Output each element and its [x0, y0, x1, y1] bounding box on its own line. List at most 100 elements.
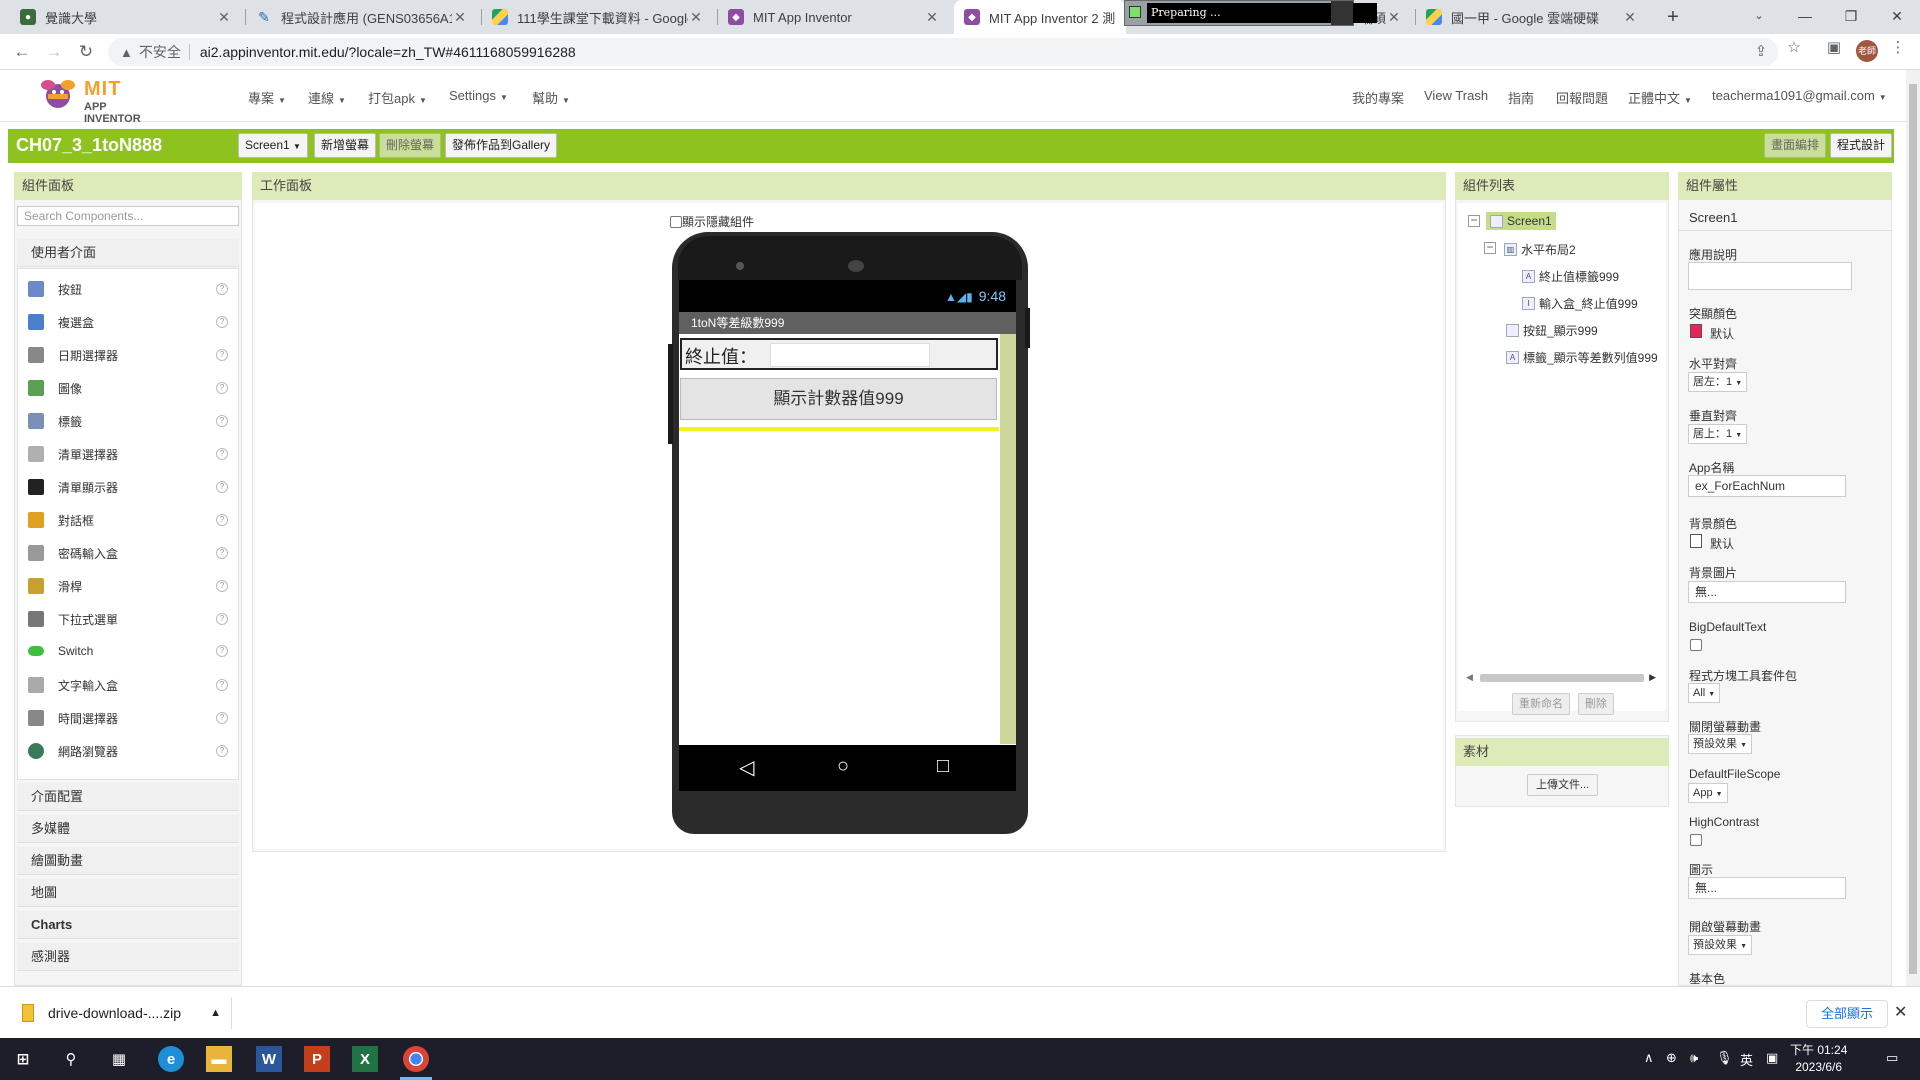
task-view-icon[interactable]: ▦: [106, 1046, 132, 1072]
collapse-icon[interactable]: −: [1468, 214, 1480, 227]
show-counter-button[interactable]: 顯示計數器值999: [680, 378, 997, 420]
close-icon[interactable]: ✕: [1622, 9, 1638, 26]
palette-item-passwordtextbox[interactable]: 密碼輸入盒?: [28, 541, 228, 565]
help-icon[interactable]: ?: [216, 316, 228, 328]
help-icon[interactable]: ?: [216, 283, 228, 295]
window-close-icon[interactable]: ✕: [1874, 0, 1920, 34]
windows-start-icon[interactable]: ⊞: [10, 1046, 36, 1072]
tab-5-active[interactable]: ◆ MIT App Inventor 2 測試: [954, 0, 1126, 34]
tree-horizontal-scrollbar[interactable]: ◀ ▶: [1466, 672, 1656, 684]
collapse-icon[interactable]: −: [1484, 241, 1496, 254]
page-scroll-thumb[interactable]: [1909, 84, 1917, 974]
palette-item-switch[interactable]: Switch?: [28, 639, 228, 663]
file-explorer-icon[interactable]: ▬: [206, 1046, 232, 1072]
tab-1[interactable]: ● 覺識大學 ✕: [10, 0, 242, 34]
excel-icon[interactable]: X: [352, 1046, 378, 1072]
tree-node-horizontal-arrangement[interactable]: ▥ 水平布局2: [1504, 241, 1576, 258]
tree-node-screen1[interactable]: Screen1: [1486, 212, 1556, 230]
help-icon[interactable]: ?: [216, 745, 228, 757]
search-icon[interactable]: ⚲: [58, 1046, 84, 1072]
help-icon[interactable]: ?: [216, 679, 228, 691]
scroll-right-icon[interactable]: ▶: [1649, 672, 1656, 683]
category-media[interactable]: 多媒體: [17, 815, 239, 843]
help-icon[interactable]: ?: [216, 712, 228, 724]
menu-language[interactable]: 正體中文 ▼: [1628, 88, 1692, 107]
help-icon[interactable]: ?: [216, 481, 228, 493]
palette-item-listview[interactable]: 清單顯示器?: [28, 475, 228, 499]
menu-connect[interactable]: 連線 ▼: [308, 88, 346, 107]
palette-item-spinner[interactable]: 下拉式選單?: [28, 607, 228, 631]
app-name-input[interactable]: ex_ForEachNum: [1688, 475, 1846, 497]
menu-build[interactable]: 打包apk ▼: [368, 88, 427, 107]
close-icon[interactable]: ✕: [924, 9, 940, 26]
component-search-input[interactable]: Search Components...: [17, 206, 239, 226]
help-icon[interactable]: ?: [216, 514, 228, 526]
word-icon[interactable]: W: [256, 1046, 282, 1072]
menu-my-projects[interactable]: 我的專案: [1352, 88, 1404, 107]
close-animation-dropdown[interactable]: 預設效果 ▼: [1688, 734, 1752, 754]
align-horizontal-dropdown[interactable]: 居左：1 ▼: [1688, 372, 1748, 392]
share-icon[interactable]: ⇪: [1749, 38, 1773, 66]
palette-item-image[interactable]: 圖像?: [28, 376, 228, 400]
category-user-interface[interactable]: 使用者介面: [17, 239, 239, 267]
screen-select-dropdown[interactable]: Screen1 ▼: [238, 133, 308, 158]
tree-node-stop-textbox[interactable]: I 輸入盒_終止值999: [1522, 295, 1638, 312]
taskbar-clock[interactable]: 下午 01:24 2023/6/6: [1790, 1042, 1847, 1076]
background-color-swatch[interactable]: [1690, 534, 1702, 548]
minimize-icon[interactable]: —: [1782, 0, 1828, 34]
about-screen-textarea[interactable]: [1688, 262, 1852, 290]
remove-screen-button[interactable]: 刪除螢幕: [379, 133, 442, 158]
restore-icon[interactable]: ❐: [1828, 0, 1874, 34]
align-vertical-dropdown[interactable]: 居上：1 ▼: [1688, 424, 1748, 444]
close-icon[interactable]: ✕: [1386, 9, 1402, 26]
palette-item-label[interactable]: 標籤?: [28, 409, 228, 433]
palette-item-webviewer[interactable]: 網路瀏覽器?: [28, 739, 228, 763]
show-all-downloads-button[interactable]: 全部顯示: [1806, 1000, 1889, 1028]
category-maps[interactable]: 地圖: [17, 879, 239, 907]
notification-icon[interactable]: ▭: [1886, 1050, 1898, 1066]
add-screen-button[interactable]: 新增螢幕: [314, 133, 377, 158]
edge-icon[interactable]: e: [158, 1046, 184, 1072]
download-item[interactable]: drive-download-....zip ▲: [16, 997, 232, 1029]
help-icon[interactable]: ?: [216, 580, 228, 592]
tab-4[interactable]: ◆ MIT App Inventor ✕: [718, 0, 950, 34]
side-panel-icon[interactable]: ▣: [1822, 34, 1846, 62]
accent-color-value[interactable]: 默认: [1710, 325, 1734, 342]
tree-node-stop-label[interactable]: A 終止值標籤999: [1522, 268, 1619, 285]
background-color-value[interactable]: 默认: [1710, 535, 1734, 552]
ime-icon[interactable]: ▣: [1766, 1050, 1778, 1066]
stop-value-textbox[interactable]: [770, 343, 930, 367]
delete-button[interactable]: 刪除: [1578, 693, 1614, 715]
close-icon[interactable]: ✕: [688, 9, 704, 26]
kebab-menu-icon[interactable]: ⋮: [1886, 34, 1910, 62]
sequence-result-label[interactable]: [679, 427, 999, 431]
appinventor-logo[interactable]: MIT APP INVENTOR: [36, 74, 166, 125]
tab-3[interactable]: 111學生課堂下載資料 - Google ✕: [482, 0, 714, 34]
chrome-icon[interactable]: [403, 1046, 429, 1072]
palette-item-datepicker[interactable]: 日期選擇器?: [28, 343, 228, 367]
default-file-scope-dropdown[interactable]: App ▼: [1688, 783, 1728, 803]
back-icon[interactable]: ←: [10, 40, 34, 64]
close-icon[interactable]: ✕: [216, 9, 232, 26]
stop-value-label[interactable]: 終止值：: [685, 343, 757, 369]
close-download-bar-icon[interactable]: ✕: [1894, 1002, 1907, 1022]
address-bar[interactable]: ▲ 不安全 ai2.appinventor.mit.edu/?locale=zh…: [108, 38, 1778, 66]
tray-chevron-icon[interactable]: ∧: [1644, 1050, 1654, 1066]
palette-item-slider[interactable]: 滑桿?: [28, 574, 228, 598]
icon-input[interactable]: 無...: [1688, 877, 1846, 899]
palette-item-notifier[interactable]: 對話框?: [28, 508, 228, 532]
menu-account[interactable]: teacherma1091@gmail.com ▼: [1712, 88, 1887, 103]
profile-avatar[interactable]: 老師: [1856, 40, 1878, 62]
category-drawing-animation[interactable]: 繪圖動畫: [17, 847, 239, 875]
big-default-text-checkbox[interactable]: [1690, 639, 1702, 651]
category-sensors[interactable]: 感測器: [17, 943, 239, 971]
help-icon[interactable]: ?: [216, 448, 228, 460]
menu-view-trash[interactable]: View Trash: [1424, 88, 1488, 103]
help-icon[interactable]: ?: [216, 382, 228, 394]
new-tab-button[interactable]: +: [1660, 4, 1686, 30]
horizontal-arrangement[interactable]: 終止值：: [680, 338, 998, 370]
forward-icon[interactable]: →: [42, 40, 66, 64]
close-icon[interactable]: ✕: [452, 9, 468, 26]
menu-report-issue[interactable]: 回報問題: [1556, 88, 1608, 107]
reload-icon[interactable]: ↻: [74, 40, 98, 64]
